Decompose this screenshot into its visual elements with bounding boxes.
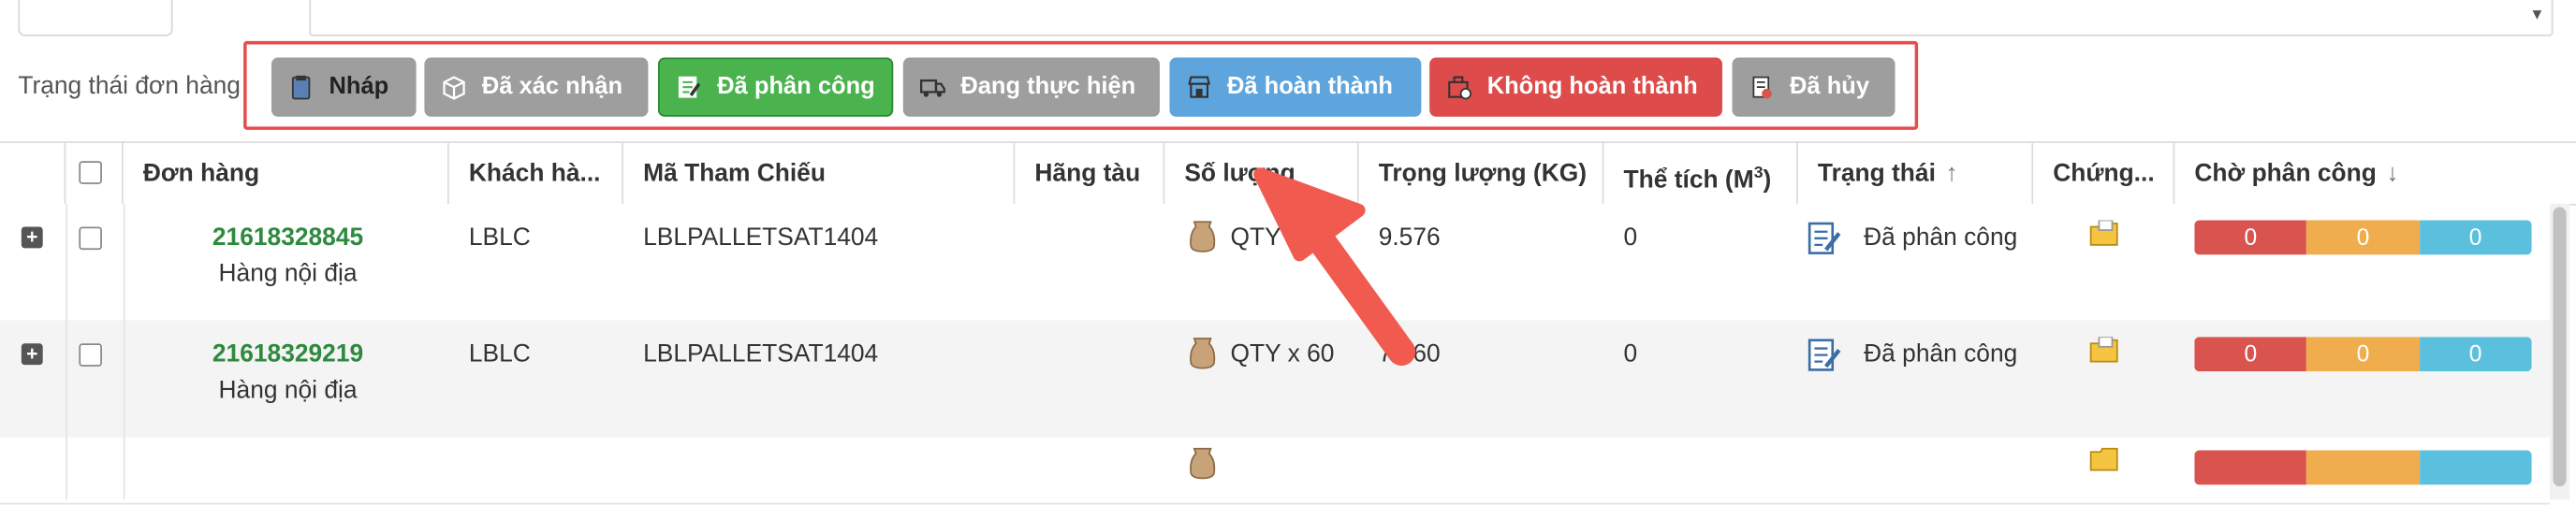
status-button-confirmed[interactable]: Đã xác nhận [424,57,649,117]
quantity-cell: QTY x [1230,224,1300,252]
col-volume-label: Thể tích (M [1623,166,1754,195]
reference-cell: LBLPALLETSAT1404 [643,224,879,252]
status-button-done[interactable]: Đã hoàn thành [1169,57,1422,117]
expand-icon[interactable]: + [21,227,43,249]
customer-cell: LBLC [468,339,531,368]
pending-counts: 0 0 0 [2194,337,2532,372]
status-button-notdone[interactable]: Không hoàn thành [1429,57,1722,117]
cancel-document-icon [1752,76,1772,99]
row-checkbox[interactable] [79,226,102,251]
quantity-cell: QTY x 60 [1230,339,1335,368]
col-order[interactable]: Đơn hàng [124,142,449,204]
weight-cell: 9.576 [1378,224,1441,252]
assigned-status-icon [1808,339,1841,371]
pending-counts: 0 0 0 [2194,220,2532,255]
col-customer[interactable]: Khách hà... [449,142,624,204]
sack-icon [1190,447,1216,480]
documents-folder-icon[interactable] [2089,445,2119,471]
assigned-status-icon [1808,222,1841,254]
col-status-label: Trạng thái [1817,159,1936,188]
volume-cell: 0 [1623,224,1638,252]
top-select-input[interactable]: ▾ [309,0,2554,36]
order-id-link[interactable]: 21618328845 [156,224,419,252]
status-button-label: Không hoàn thành [1486,74,1698,101]
documents-folder-icon[interactable] [2089,220,2119,246]
table-row[interactable]: + 21618328845 Hàng nội địa LBLC LBLPALLE… [0,203,2550,323]
status-button-draft[interactable]: Nháp [271,57,417,117]
sort-asc-icon: ↑ [1945,159,1958,188]
status-button-label: Đã hủy [1790,74,1870,101]
sack-icon [1190,338,1216,369]
col-volume-sup: 3 [1753,164,1764,183]
store-icon [1188,76,1211,98]
sack-icon [1190,221,1216,252]
clipboard-icon [291,75,311,100]
pending-count-blue: 0 [2419,337,2532,372]
status-cell: Đã phân công [1864,339,2018,368]
col-volume-close: ) [1763,166,1772,195]
col-volume[interactable]: Thể tích (M3) [1603,142,1798,204]
truck-icon [920,79,945,97]
status-button-inprogress[interactable]: Đang thực hiện [902,57,1160,117]
box-icon [443,76,465,100]
order-type: Hàng nội địa [218,376,358,405]
status-button-label: Đã phân công [717,74,875,101]
table-row[interactable]: + 21618329219 Hàng nội địa LBLC LBLPALLE… [0,320,2550,440]
status-button-cancel[interactable]: Đã hủy [1732,57,1895,117]
customer-cell: LBLC [468,224,531,252]
weight-cell: 7.560 [1378,339,1441,368]
col-documents[interactable]: Chứng... [2033,142,2175,204]
pending-count-orange: 0 [2306,337,2420,372]
documents-folder-icon[interactable] [2089,337,2119,363]
select-all-col [66,142,124,204]
col-status[interactable]: Trạng thái ↑ [1798,142,2034,204]
col-pending-label: Chờ phân công [2194,159,2377,188]
pending-count-red: 0 [2194,337,2307,372]
status-button-label: Đã hoàn thành [1227,74,1393,101]
pending-count-red: 0 [2194,220,2307,255]
order-type: Hàng nội địa [218,259,358,288]
status-button-assigned[interactable]: Đã phân công [657,57,894,117]
chevron-down-icon: ▾ [2532,5,2542,25]
col-pending[interactable]: Chờ phân công ↓ [2174,143,2576,204]
select-all-checkbox[interactable] [79,161,102,184]
status-button-label: Nháp [329,74,389,101]
vertical-scrollbar[interactable] [2549,203,2570,500]
reference-cell: LBLPALLETSAT1404 [643,339,879,368]
pending-count-orange: 0 [2306,220,2420,255]
pending-count-blue: 0 [2419,220,2532,255]
scrollbar-thumb[interactable] [2553,207,2567,487]
table-row-partial[interactable] [0,437,2550,505]
status-button-label: Đã xác nhận [481,74,623,101]
col-carrier[interactable]: Hãng tàu [1015,142,1165,204]
col-quantity[interactable]: Số lượng [1164,142,1359,204]
row-checkbox[interactable] [79,343,102,367]
expand-icon[interactable]: + [21,343,43,366]
pending-counts [2194,450,2532,485]
edit-document-icon [678,76,701,98]
order-id-link[interactable]: 21618329219 [156,340,419,368]
sort-desc-icon: ↓ [2386,159,2399,188]
top-left-control[interactable] [18,0,173,36]
table-header: Đơn hàng Khách hà... Mã Tham Chiếu Hãng … [0,141,2576,206]
status-filter-label: Trạng thái đơn hàng [18,72,241,101]
expand-col-header [0,142,66,204]
package-warning-icon [1448,76,1471,100]
col-weight[interactable]: Trọng lượng (KG) [1359,142,1604,204]
col-reference[interactable]: Mã Tham Chiếu [623,142,1016,204]
status-button-label: Đang thực hiện [960,74,1136,101]
volume-cell: 0 [1623,339,1638,368]
status-cell: Đã phân công [1864,224,2018,252]
